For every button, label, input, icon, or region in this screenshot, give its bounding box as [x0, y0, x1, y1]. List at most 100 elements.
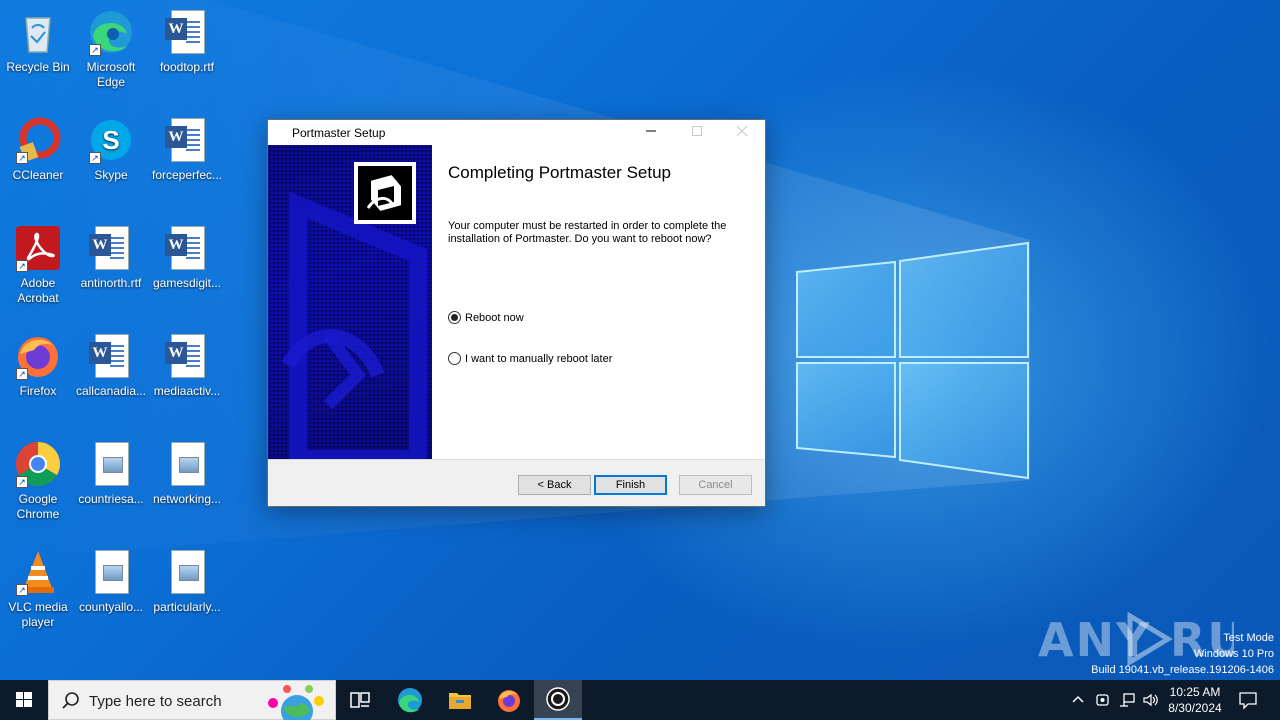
radio-button-checked[interactable] [448, 311, 461, 324]
maximize-icon [692, 126, 702, 136]
word-doc-icon: W [163, 116, 211, 164]
desktop-icon-microsoft-edge[interactable]: ↗ Microsoft Edge [73, 8, 149, 90]
dialog-title: Portmaster Setup [292, 126, 386, 140]
desktop-icon-label: forceperfec... [151, 168, 223, 182]
word-doc-icon: W [87, 332, 135, 380]
task-view-icon [350, 692, 370, 708]
installer-logo-icon [354, 162, 416, 224]
desktop-icon-label: foodtop.rtf [159, 60, 215, 74]
windows-watermark: Test Mode Windows 10 Pro Build 19041.vb_… [1091, 630, 1274, 678]
image-file-icon [87, 440, 135, 488]
desktop-icon-label: countyallo... [78, 600, 144, 614]
desktop-icon-recycle-bin[interactable]: Recycle Bin [0, 8, 76, 75]
chrome-icon: ↗ [14, 440, 62, 488]
tray-chevron-up-icon[interactable] [1071, 693, 1085, 707]
radio-label: Reboot now [465, 311, 524, 324]
radio-reboot-later[interactable]: I want to manually reboot later [448, 352, 612, 365]
word-doc-icon: W [163, 332, 211, 380]
dialog-content: Completing Portmaster Setup Your compute… [432, 145, 765, 459]
desktop-icon-networking[interactable]: networking... [149, 440, 225, 507]
desktop-icon-label: gamesdigit... [152, 276, 222, 290]
portmaster-tray-icon[interactable] [1095, 692, 1111, 708]
desktop-icon-forceperfec[interactable]: W forceperfec... [149, 116, 225, 183]
word-doc-icon: W [87, 224, 135, 272]
clock-date: 8/30/2024 [1168, 701, 1222, 715]
taskbar-firefox[interactable] [485, 680, 533, 720]
image-file-icon [87, 548, 135, 596]
close-icon [736, 125, 748, 137]
desktop-icon-label: CCleaner [12, 168, 64, 182]
dialog-heading: Completing Portmaster Setup [448, 163, 671, 182]
taskbar: Type here to search 10:25 AM 8/30/2024 [0, 680, 1280, 720]
image-file-icon [163, 440, 211, 488]
desktop-icon-label: Firefox [19, 384, 57, 398]
desktop-icon-label: countriesa... [78, 492, 144, 506]
file-explorer-icon [449, 693, 471, 709]
setup-banner-image [268, 145, 432, 459]
minimize-icon [646, 130, 656, 132]
firefox-icon [498, 690, 520, 712]
vlc-icon: ↗ [14, 548, 62, 596]
maximize-button [674, 120, 720, 145]
minimize-button[interactable] [628, 120, 674, 145]
task-view-button[interactable] [336, 680, 384, 720]
desktop-icon-adobe-acrobat[interactable]: ↗ Adobe Acrobat [0, 224, 76, 306]
desktop-icon-ccleaner[interactable]: ↗ CCleaner [0, 116, 76, 183]
start-button[interactable] [0, 680, 48, 720]
network-icon[interactable] [1118, 692, 1136, 708]
desktop-icon-antinorth-rtf[interactable]: W antinorth.rtf [73, 224, 149, 291]
desktop-icon-foodtop-rtf[interactable]: W foodtop.rtf [149, 8, 225, 75]
finish-button[interactable]: Finish [594, 475, 667, 495]
taskbar-portmaster[interactable] [534, 680, 582, 720]
desktop-icon-callcanadia[interactable]: W callcanadia... [73, 332, 149, 399]
edge-icon [398, 688, 422, 713]
watermark-edition: Windows 10 Pro [1193, 648, 1274, 660]
desktop-icon-label: Skype [94, 168, 128, 182]
word-doc-icon: W [163, 224, 211, 272]
notification-center-icon[interactable] [1238, 690, 1258, 710]
desktop-icon-label: mediaactiv... [153, 384, 221, 398]
close-button [719, 120, 765, 145]
dialog-titlebar[interactable]: Portmaster Setup [268, 120, 765, 145]
radio-label: I want to manually reboot later [465, 352, 613, 365]
portmaster-icon [546, 687, 570, 711]
image-file-icon [163, 548, 211, 596]
skype-icon: S ↗ [87, 116, 135, 164]
volume-icon[interactable] [1142, 692, 1160, 708]
word-doc-icon: W [163, 8, 211, 56]
desktop-icon-gamesdigit[interactable]: W gamesdigit... [149, 224, 225, 291]
back-button[interactable]: < Back [518, 475, 591, 495]
taskbar-search-box[interactable]: Type here to search [48, 680, 336, 720]
search-icon [62, 692, 79, 709]
cancel-button: Cancel [679, 475, 752, 495]
acrobat-icon: ↗ [14, 224, 62, 272]
desktop-icon-label: particularly... [153, 600, 221, 614]
recycle-bin-icon [14, 8, 62, 56]
radio-button-unchecked[interactable] [448, 352, 461, 365]
desktop-icon-particularly[interactable]: particularly... [149, 548, 225, 615]
svg-text:S: S [102, 125, 119, 155]
desktop-icon-firefox[interactable]: ↗ Firefox [0, 332, 76, 399]
desktop-icon-google-chrome[interactable]: ↗ Google Chrome [0, 440, 76, 522]
dialog-message: Your computer must be restarted in order… [448, 220, 727, 245]
desktop-icon-mediaactiv[interactable]: W mediaactiv... [149, 332, 225, 399]
taskbar-file-explorer[interactable] [436, 680, 484, 720]
taskbar-edge[interactable] [386, 680, 434, 720]
search-highlight-globe-icon [268, 685, 324, 720]
desktop-icon-label: antinorth.rtf [80, 276, 142, 290]
desktop-icon-vlc[interactable]: ↗ VLC media player [0, 548, 76, 630]
desktop-icon-label: VLC media player [8, 600, 68, 629]
portmaster-setup-dialog: Portmaster Setup Completing Portmaster S… [267, 119, 766, 507]
desktop-icon-label: Google Chrome [16, 492, 60, 521]
desktop-icon-skype[interactable]: S ↗ Skype [73, 116, 149, 183]
watermark-test-mode: Test Mode [1223, 632, 1274, 644]
desktop-icon-label: Microsoft Edge [86, 60, 136, 89]
ccleaner-icon: ↗ [14, 116, 62, 164]
radio-reboot-now[interactable]: Reboot now [448, 311, 524, 324]
desktop-icon-countriesa[interactable]: countriesa... [73, 440, 149, 507]
edge-icon: ↗ [87, 8, 135, 56]
clock-time: 10:25 AM [1169, 685, 1221, 699]
taskbar-clock[interactable]: 10:25 AM 8/30/2024 [1160, 684, 1230, 716]
search-placeholder: Type here to search [89, 693, 222, 710]
desktop-icon-countyallo[interactable]: countyallo... [73, 548, 149, 615]
